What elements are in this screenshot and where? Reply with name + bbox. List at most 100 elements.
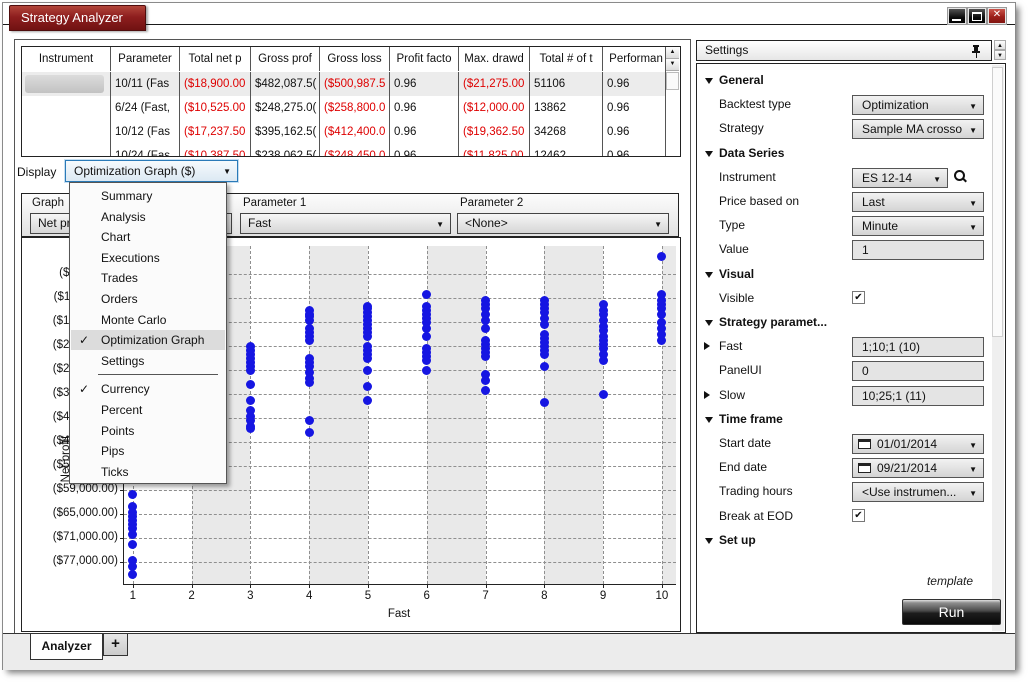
- menu-item-trades[interactable]: Trades: [71, 268, 225, 288]
- pin-icon[interactable]: [971, 44, 981, 58]
- end-date-dropdown[interactable]: 09/21/2014▼: [852, 458, 984, 478]
- minimize-button[interactable]: [947, 7, 967, 25]
- parameter1-dropdown[interactable]: Fast ▼: [240, 213, 451, 234]
- maximize-button[interactable]: [967, 7, 987, 25]
- column-header-gross-loss[interactable]: Gross loss: [320, 47, 390, 71]
- menu-item-label: Settings: [101, 354, 144, 368]
- type-dropdown[interactable]: Minute▼: [852, 216, 984, 236]
- collapse-triangle-icon[interactable]: [705, 151, 713, 157]
- data-point: [481, 376, 490, 385]
- parameter2-label: Parameter 2: [460, 197, 523, 209]
- calendar-icon: [858, 463, 871, 473]
- table-row[interactable]: 10/11 (Fas($18,900.00$482,087.5(($500,98…: [22, 72, 665, 96]
- scroll-down-icon[interactable]: ▼: [994, 50, 1006, 60]
- menu-item-percent[interactable]: Percent: [71, 400, 225, 420]
- cell: ($11,825.00: [459, 144, 530, 157]
- collapse-triangle-icon[interactable]: [705, 417, 713, 423]
- search-icon[interactable]: [952, 169, 968, 185]
- scroll-down-icon[interactable]: ▼: [666, 59, 679, 71]
- column-header-profit-facto[interactable]: Profit facto: [390, 47, 459, 71]
- menu-item-optimization-graph[interactable]: ✓Optimization Graph: [71, 330, 225, 350]
- column-header-gross-prof[interactable]: Gross prof: [251, 47, 320, 71]
- menu-item-chart[interactable]: Chart: [71, 227, 225, 247]
- data-point: [305, 416, 314, 425]
- menu-item-settings[interactable]: Settings: [71, 351, 225, 371]
- settings-title: Settings: [705, 41, 748, 60]
- data-point: [246, 424, 255, 433]
- collapse-triangle-icon[interactable]: [705, 78, 713, 84]
- section-visual[interactable]: Visual: [697, 264, 987, 286]
- settings-scrollbar-thumb[interactable]: [992, 67, 1003, 337]
- scroll-up-icon[interactable]: ▲: [666, 47, 679, 59]
- expand-triangle-icon[interactable]: [704, 342, 710, 350]
- collapse-triangle-icon[interactable]: [705, 272, 713, 278]
- section-data-series[interactable]: Data Series: [697, 143, 987, 165]
- cell: ($258,800.0: [320, 96, 390, 120]
- visible-checkbox[interactable]: ✔: [852, 291, 865, 304]
- column-header-parameter[interactable]: Parameter: [111, 47, 180, 71]
- trading-hours-dropdown[interactable]: <Use instrumen...▼: [852, 482, 984, 502]
- menu-item-points[interactable]: Points: [71, 421, 225, 441]
- section-time-frame[interactable]: Time frame: [697, 409, 987, 431]
- y-tick-label: ($65,000.00): [25, 507, 118, 519]
- setting-label: Slow: [719, 388, 745, 402]
- column-header-total-net-p[interactable]: Total net p: [180, 47, 251, 71]
- menu-item-analysis[interactable]: Analysis: [71, 207, 225, 227]
- cell: $238,062.5(: [251, 144, 320, 157]
- collapse-triangle-icon[interactable]: [705, 538, 713, 544]
- section-general[interactable]: General: [697, 70, 987, 92]
- cell: 34268: [530, 120, 603, 144]
- template-link[interactable]: template: [803, 574, 973, 588]
- column-header-total-of-t[interactable]: Total # of t: [530, 47, 603, 71]
- tab-analyzer[interactable]: Analyzer: [30, 634, 103, 660]
- instrument-dropdown[interactable]: ES 12-14▼: [852, 168, 948, 188]
- panelui-input[interactable]: 0: [852, 361, 984, 381]
- data-point: [363, 366, 372, 375]
- table-row[interactable]: 6/24 (Fast,($10,525.00$248,275.0(($258,8…: [22, 96, 665, 120]
- run-button[interactable]: Run: [902, 599, 1001, 625]
- parameter2-dropdown[interactable]: <None> ▼: [457, 213, 669, 234]
- add-tab-button[interactable]: +: [103, 634, 128, 656]
- menu-item-currency[interactable]: ✓Currency: [71, 379, 225, 399]
- cell: 0.96: [390, 96, 459, 120]
- x-tick-label: 6: [412, 590, 442, 602]
- settings-scrollbar[interactable]: [992, 65, 1004, 631]
- value-input[interactable]: 1: [852, 240, 984, 260]
- display-dropdown[interactable]: Optimization Graph ($) ▼: [65, 160, 238, 182]
- collapse-triangle-icon[interactable]: [705, 320, 713, 326]
- x-tick: [486, 584, 487, 588]
- section-set-up[interactable]: Set up: [697, 530, 987, 552]
- cell: 0.96: [390, 144, 459, 157]
- break-at-eod-checkbox[interactable]: ✔: [852, 509, 865, 522]
- expand-triangle-icon[interactable]: [704, 391, 710, 399]
- menu-item-ticks[interactable]: Ticks: [71, 462, 225, 482]
- menu-item-orders[interactable]: Orders: [71, 289, 225, 309]
- data-point: [305, 336, 314, 345]
- menu-item-label: Summary: [101, 189, 152, 203]
- menu-item-summary[interactable]: Summary: [71, 186, 225, 206]
- x-tick: [603, 584, 604, 588]
- fast-input[interactable]: 1;10;1 (10): [852, 337, 984, 357]
- slow-input[interactable]: 10;25;1 (11): [852, 386, 984, 406]
- cell: ($10,525.00: [180, 96, 251, 120]
- column-header-max-drawd[interactable]: Max. drawd: [459, 47, 530, 71]
- strategy-dropdown[interactable]: Sample MA crosso▼: [852, 119, 984, 139]
- close-button[interactable]: ✕: [987, 7, 1007, 25]
- column-header-instrument[interactable]: Instrument: [22, 47, 111, 71]
- y-tick-label: ($59,000.00): [25, 483, 118, 495]
- table-row[interactable]: 10/12 (Fas($17,237.50$395,162.5(($412,40…: [22, 120, 665, 144]
- cell: 10/24 (Fas: [111, 144, 180, 157]
- backtest-type-dropdown[interactable]: Optimization▼: [852, 95, 984, 115]
- section-strategy-paramet-[interactable]: Strategy paramet...: [697, 312, 987, 334]
- column-header-performan[interactable]: Performan: [603, 47, 670, 71]
- table-scrollbar-thumb[interactable]: [666, 72, 679, 90]
- scroll-up-icon[interactable]: ▲: [994, 40, 1006, 50]
- menu-item-executions[interactable]: Executions: [71, 248, 225, 268]
- price-based-on-dropdown[interactable]: Last▼: [852, 192, 984, 212]
- menu-item-pips[interactable]: Pips: [71, 441, 225, 461]
- start-date-dropdown[interactable]: 01/01/2014▼: [852, 434, 984, 454]
- table-row[interactable]: 10/24 (Fas($10,387.50$238,062.5(($248,45…: [22, 144, 665, 157]
- table-scrollbar[interactable]: ▲▼: [665, 47, 680, 156]
- optimization-results-table: InstrumentParameterTotal net pGross prof…: [21, 46, 681, 157]
- menu-item-monte-carlo[interactable]: Monte Carlo: [71, 310, 225, 330]
